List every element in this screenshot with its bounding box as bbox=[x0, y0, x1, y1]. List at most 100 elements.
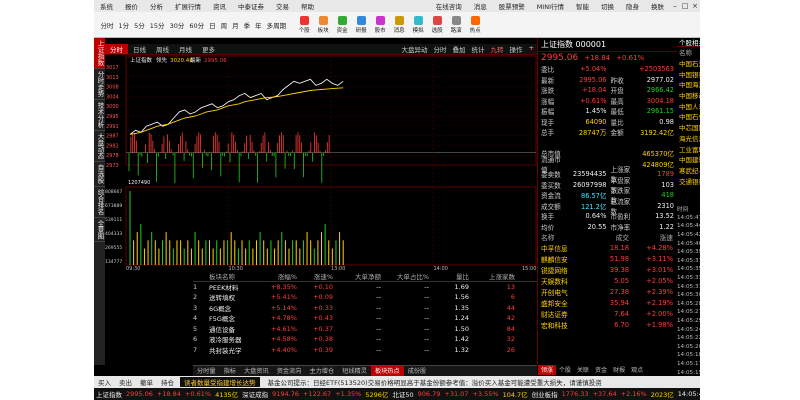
list-item[interactable]: 开创电气 27.38 +2.39% bbox=[538, 286, 678, 297]
list-item[interactable]: 14:05:17东方财富大笔买入52176 bbox=[677, 360, 700, 369]
table-row[interactable]: 2 送转填权 +5.41% +0.09 -- -- 1.56 6 bbox=[193, 292, 537, 303]
toolbar-button[interactable]: 研报 bbox=[352, 15, 371, 34]
period-6[interactable]: 日 bbox=[207, 20, 219, 30]
menu-right-item[interactable]: 换肤 bbox=[645, 1, 670, 11]
toolbar-button[interactable]: 选股 bbox=[428, 15, 447, 34]
list-item[interactable]: 中孚信息 18.18 +4.28% bbox=[538, 242, 678, 253]
chart-tool[interactable]: + bbox=[526, 44, 537, 54]
table-row[interactable]: 1 PEEK材料 +8.35% +0.10 -- -- 1.69 13 bbox=[193, 282, 537, 293]
period-10[interactable]: 年 bbox=[253, 20, 265, 30]
table-row[interactable]: 工业富联+3.4623.010.25 bbox=[677, 143, 700, 154]
left-tab[interactable]: 上证指数 bbox=[94, 38, 105, 69]
list-item[interactable]: 14:05:22湘邮科技急速拉升3.28% bbox=[677, 334, 700, 343]
chart-tab[interactable]: 周线 bbox=[151, 44, 174, 54]
table-row[interactable]: 3 6G概念 +5.14% +0.33 -- -- 1.35 44 bbox=[193, 303, 537, 314]
menu-right-item[interactable]: 隐身 bbox=[620, 1, 645, 11]
chart-tool[interactable]: 操作 bbox=[507, 44, 526, 54]
bottom-tab[interactable]: 主力增仓 bbox=[305, 366, 338, 376]
col-header[interactable]: 大单占比% bbox=[381, 271, 429, 281]
period-9[interactable]: 季 bbox=[241, 20, 253, 30]
table-row[interactable]: 中国石油+0.008.840.00 bbox=[677, 58, 700, 69]
list-item[interactable]: 财达证券 7.64 +2.00% bbox=[538, 308, 678, 319]
left-tab[interactable]: 综合排名 bbox=[94, 187, 105, 218]
table-row[interactable]: 中芯国际+4.6547.010.29 bbox=[677, 122, 700, 133]
col-header[interactable]: 上涨家数 bbox=[469, 271, 515, 281]
toolbar-button[interactable]: 股市 bbox=[371, 15, 390, 34]
period-4[interactable]: 30分 bbox=[167, 20, 187, 30]
intraday-chart[interactable]: 上证指数 领先 3020.48最新 2995.06301730133008300430… bbox=[105, 55, 537, 271]
left-tab[interactable]: 分时走势 bbox=[94, 69, 105, 100]
table-row[interactable]: 中国银行+0.175.980.14 bbox=[677, 68, 700, 79]
list-item[interactable]: 14:05:20润和软件大笔买入31820 bbox=[677, 343, 700, 352]
trade-button[interactable]: 卖出 bbox=[115, 377, 136, 387]
close-icon[interactable]: × bbox=[690, 2, 700, 10]
chart-tab[interactable]: 分时 bbox=[105, 44, 128, 54]
col-header[interactable]: 量比 bbox=[429, 271, 469, 281]
table-row[interactable]: 中国石化-0.166.22-0.00 bbox=[677, 111, 700, 122]
list-item[interactable]: 14:05:44盛邦安全急速拉升2.34% bbox=[677, 222, 700, 231]
menu-item[interactable]: 资讯 bbox=[207, 1, 232, 11]
chart-tab[interactable]: 更多 bbox=[197, 44, 220, 54]
table-row[interactable]: 5 通信设备 +4.61% +0.37 -- -- 1.50 84 bbox=[193, 324, 537, 335]
list-item[interactable]: 14:05:37瑞芯微大笔买入13058 bbox=[677, 257, 700, 266]
trade-button[interactable]: 持仓 bbox=[157, 377, 178, 387]
list-item[interactable]: 14:05:31沃尔核材封涨停板10.00% bbox=[677, 282, 700, 291]
period-7[interactable]: 周 bbox=[218, 20, 230, 30]
toolbar-button[interactable]: 资金 bbox=[333, 15, 352, 34]
table-row[interactable]: 寒武纪-U+5.16342.550.27 bbox=[677, 165, 700, 176]
list-item[interactable]: 14:05:47中孚信息急速拉升4.28% bbox=[677, 214, 700, 223]
menu-item[interactable]: 报价 bbox=[119, 1, 144, 11]
chart-tool[interactable]: 九转 bbox=[488, 44, 507, 54]
bottom-tab[interactable]: 大盘资讯 bbox=[240, 366, 273, 376]
quote-tab[interactable]: 观点 bbox=[628, 365, 646, 375]
menu-right-item[interactable]: 在线咨询 bbox=[430, 1, 468, 11]
quote-tab[interactable]: 资金 bbox=[592, 365, 610, 375]
list-item[interactable]: 宏和科技 6.70 +1.98% bbox=[538, 319, 678, 330]
table-row[interactable]: 中国建筑-0.195.30-0.01 bbox=[677, 154, 700, 165]
chart-tab[interactable]: 月线 bbox=[174, 44, 197, 54]
minimize-icon[interactable]: – bbox=[670, 2, 680, 10]
toolbar-button[interactable]: 个股 bbox=[295, 15, 314, 34]
toolbar-button[interactable]: 路演 bbox=[447, 15, 466, 34]
list-item[interactable]: 14:05:25深桑达A大笔买入10443 bbox=[677, 317, 700, 326]
menu-right-item[interactable]: 消息 bbox=[468, 1, 493, 11]
bottom-tab[interactable]: 板块热点 bbox=[370, 366, 404, 376]
quote-tab[interactable]: 关联 bbox=[574, 365, 592, 375]
table-row[interactable]: 4 F5G概念 +4.78% +0.43 -- -- 1.24 42 bbox=[193, 313, 537, 324]
chart-tool[interactable]: 统计 bbox=[469, 44, 488, 54]
menu-item[interactable]: 系统 bbox=[94, 1, 119, 11]
chart-tool[interactable]: 大盘异动 bbox=[399, 44, 431, 54]
chart-tool[interactable]: 叠加 bbox=[450, 44, 469, 54]
menu-item[interactable]: 帮助 bbox=[295, 1, 320, 11]
list-item[interactable]: 麒麟信安 51.98 +3.11% bbox=[538, 253, 678, 264]
menu-right-item[interactable]: 智能 bbox=[570, 1, 595, 11]
list-item[interactable]: 天娱数科 5.05 +2.05% bbox=[538, 275, 678, 286]
col-header[interactable]: 板块名称 bbox=[209, 271, 261, 281]
list-item[interactable]: 14:05:42天娱数科急速拉升2.02% bbox=[677, 231, 700, 240]
quote-tab[interactable]: 领涨 bbox=[538, 365, 557, 375]
trade-button[interactable]: 买入 bbox=[94, 377, 115, 387]
table-row[interactable]: 7 共封装光学 +4.40% +0.39 -- -- 1.32 26 bbox=[193, 345, 537, 356]
col-header[interactable]: 大单净额 bbox=[333, 271, 381, 281]
toolbar-button[interactable]: 消息 bbox=[390, 15, 409, 34]
toolbar-button[interactable]: 模拟 bbox=[409, 15, 428, 34]
col-header[interactable]: 涨速% bbox=[297, 271, 333, 281]
bottom-tab[interactable]: 短线精灵 bbox=[338, 366, 371, 376]
trade-button[interactable]: 撤单 bbox=[136, 377, 157, 387]
chart-tab[interactable]: 日线 bbox=[128, 44, 151, 54]
list-item[interactable]: 14:05:18拓维信息大笔买入24118 bbox=[677, 351, 700, 360]
bottom-tab[interactable]: 成份股 bbox=[404, 366, 431, 376]
table-row[interactable]: 中国人寿+0.5638.250.06 bbox=[677, 100, 700, 111]
period-11[interactable]: 多周期 bbox=[264, 20, 289, 30]
menu-item[interactable]: 中泰证券 bbox=[232, 1, 270, 11]
left-tab[interactable]: 大盘动态 bbox=[94, 131, 105, 162]
left-tab[interactable]: 全景图 bbox=[94, 218, 105, 242]
period-5[interactable]: 60分 bbox=[187, 20, 207, 30]
left-tab[interactable]: 技术分析 bbox=[94, 100, 105, 131]
table-row[interactable]: 海光信息+7.3680.280.39 bbox=[677, 133, 700, 144]
menu-right-item[interactable]: 股票预警 bbox=[493, 1, 531, 11]
list-item[interactable]: 盛邦安全 35.94 +2.19% bbox=[538, 297, 678, 308]
list-item[interactable]: 14:05:28光迅科技大笔买入17032 bbox=[677, 300, 700, 309]
toolbar-button[interactable]: 热点 bbox=[466, 15, 485, 34]
period-8[interactable]: 月 bbox=[230, 20, 242, 30]
